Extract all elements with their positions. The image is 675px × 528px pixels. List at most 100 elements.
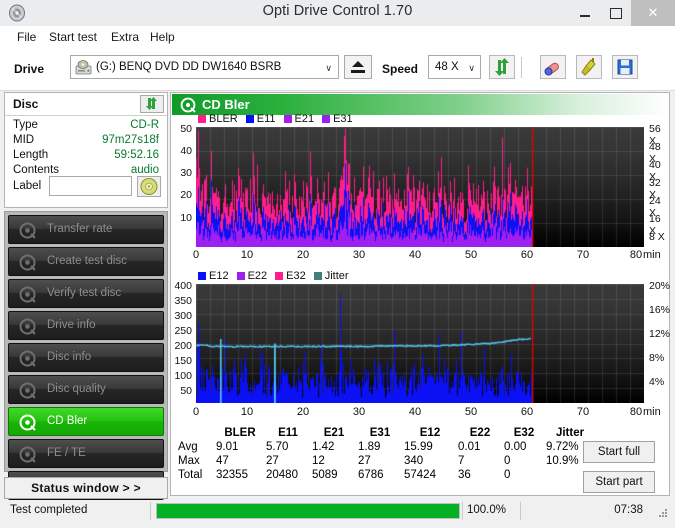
stats-cell: 1.42 — [311, 440, 357, 454]
close-button[interactable]: ✕ — [631, 0, 675, 26]
y-tick: 150 — [168, 355, 192, 367]
sidebar-item-disc-info[interactable]: Disc info — [8, 343, 164, 372]
disc-row-value: CD-R — [130, 119, 159, 131]
toolbar-separator — [521, 57, 522, 78]
status-window-button[interactable]: Status window > > — [4, 477, 168, 499]
stats-cell: 340 — [403, 454, 457, 468]
menu-help[interactable]: Help — [145, 29, 180, 45]
stats-cell: 27 — [357, 454, 403, 468]
y-tick: 50 — [170, 123, 192, 135]
y-tick: 20 — [170, 189, 192, 201]
y2-tick: 8% — [649, 352, 664, 364]
x-tick: 50 — [461, 249, 481, 261]
menu-start-test[interactable]: Start test — [44, 29, 102, 45]
refresh-button[interactable] — [489, 55, 515, 79]
disc-label-input[interactable] — [49, 176, 132, 196]
main-panel-header: CD Bler — [172, 94, 668, 115]
maximize-button[interactable] — [600, 0, 631, 26]
stats-cell: 7 — [457, 454, 503, 468]
resize-grip[interactable] — [658, 509, 668, 519]
drive-label: Drive — [14, 62, 44, 76]
y-tick: 250 — [168, 325, 192, 337]
sidebar-item-create-test-disc[interactable]: Create test disc — [8, 247, 164, 276]
y2-tick: 20% — [649, 280, 670, 292]
sidebar-item-label: Transfer rate — [47, 223, 112, 235]
sidebar-item-cd-bler[interactable]: CD Bler — [8, 407, 164, 436]
x-tick: 10 — [237, 249, 257, 261]
legend-swatch-jitter — [314, 272, 322, 280]
main-panel-title: CD Bler — [202, 97, 250, 112]
sidebar-item-label: CD Bler — [47, 415, 87, 427]
progress-fill — [157, 504, 459, 518]
menu-file[interactable]: File — [12, 29, 41, 45]
start-part-button[interactable]: Start part — [583, 471, 655, 493]
y-tick: 350 — [168, 295, 192, 307]
stats-col-bler: BLER — [215, 426, 265, 440]
sidebar-item-fe-te[interactable]: FE / TE — [8, 439, 164, 468]
disc-row-type: Type CD-R — [5, 119, 167, 134]
sidebar-item-label: Disc quality — [47, 383, 106, 395]
x-axis-label: min — [643, 406, 673, 418]
stats-cell: 0.01 — [457, 440, 503, 454]
chevron-down-icon: ∨ — [468, 63, 475, 74]
status-message: Test completed — [10, 504, 87, 516]
y2-tick: 16% — [649, 304, 670, 316]
disc-panel-header: Disc — [5, 93, 167, 116]
legend-label-e31: E31 — [333, 113, 353, 125]
stats-col-e32: E32 — [503, 426, 545, 440]
stats-cell: 9.01 — [215, 440, 265, 454]
chart-e12-plot — [196, 284, 644, 403]
nav-list: Transfer rate Create test disc Verify te… — [4, 211, 168, 472]
title-bar: Opti Drive Control 1.70 ✕ — [0, 0, 675, 26]
y2-tick: 12% — [649, 328, 670, 340]
sidebar-item-transfer-rate[interactable]: Transfer rate — [8, 215, 164, 244]
left-column: Disc Type CD-R MID 97m27s18f Length 59:5… — [4, 92, 168, 496]
speed-label: Speed — [382, 62, 418, 76]
start-full-button[interactable]: Start full — [583, 441, 655, 463]
application-window: Opti Drive Control 1.70 ✕ File Start tes… — [0, 0, 675, 528]
disc-row-value: 59:52.16 — [114, 149, 159, 161]
progress-bar — [156, 503, 460, 519]
y-tick: 40 — [170, 145, 192, 157]
legend-label-jitter: Jitter — [325, 270, 349, 282]
disc-row-key: MID — [13, 134, 34, 146]
disc-refresh-button[interactable] — [140, 95, 164, 113]
stats-cell: 20480 — [265, 468, 311, 482]
stats-col-e12: E12 — [403, 426, 457, 440]
legend-swatch-e32 — [275, 272, 283, 280]
legend-swatch-bler — [198, 115, 206, 123]
stats-cell: 32355 — [215, 468, 265, 482]
y-tick: 400 — [168, 280, 192, 292]
y-tick: 30 — [170, 167, 192, 179]
y2-tick: 8 X — [649, 231, 665, 243]
erase-button[interactable] — [540, 55, 566, 79]
settings-button[interactable] — [576, 55, 602, 79]
x-axis-label: min — [643, 249, 673, 261]
chart-e12-canvas — [196, 284, 644, 403]
sidebar-item-verify-test-disc[interactable]: Verify test disc — [8, 279, 164, 308]
sidebar-item-drive-info[interactable]: Drive info — [8, 311, 164, 340]
legend-swatch-e12 — [198, 272, 206, 280]
eject-button[interactable] — [344, 55, 372, 79]
speed-select[interactable]: 48 X ∨ — [428, 55, 481, 79]
disc-label-key: Label — [13, 180, 41, 192]
disc-row-key: Length — [13, 149, 48, 161]
disc-label-button[interactable] — [137, 176, 161, 197]
sidebar-item-disc-quality[interactable]: Disc quality — [8, 375, 164, 404]
stats-row-label: Total — [177, 468, 215, 482]
x-tick: 40 — [405, 406, 425, 418]
menu-extra[interactable]: Extra — [106, 29, 144, 45]
drive-select[interactable]: (G:) BENQ DVD DD DW1640 BSRB ∨ — [70, 55, 339, 79]
disc-panel-title: Disc — [13, 97, 38, 111]
minimize-button[interactable] — [569, 0, 600, 26]
cd-disc-icon — [138, 177, 160, 196]
save-button[interactable] — [612, 55, 638, 79]
y-tick: 10 — [170, 212, 192, 224]
stats-cell: 47 — [215, 454, 265, 468]
stats-cell: 0.00 — [503, 440, 545, 454]
stats-row-label: Avg — [177, 440, 215, 454]
status-window-label: Status window > > — [31, 481, 141, 495]
window-controls: ✕ — [569, 0, 675, 26]
disc-icon — [19, 318, 36, 335]
y-tick: 200 — [168, 340, 192, 352]
